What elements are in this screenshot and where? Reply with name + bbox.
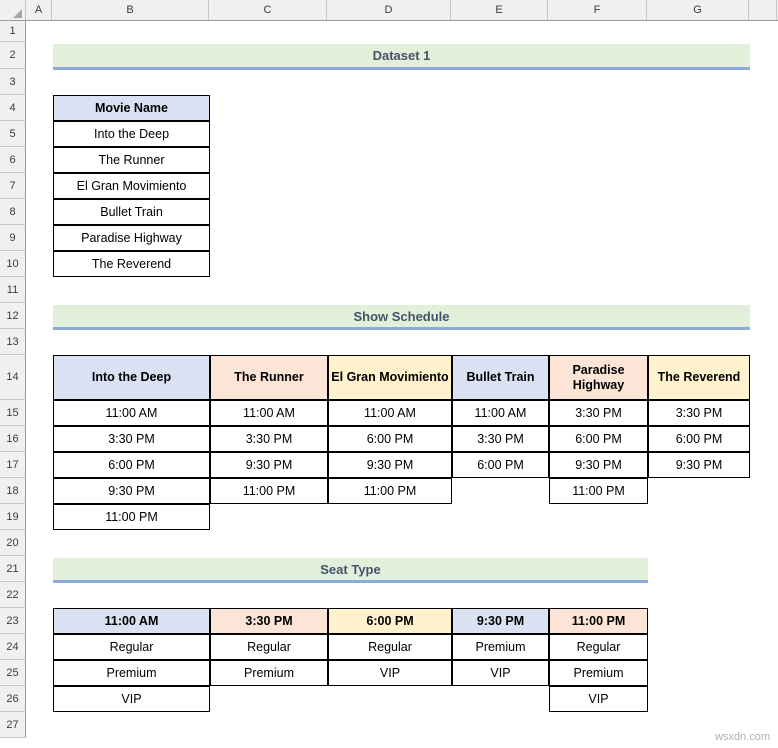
row-header-15[interactable]: 15 <box>0 400 26 426</box>
row-header-12[interactable]: 12 <box>0 303 26 329</box>
seat-column-header[interactable]: 3:30 PM <box>210 608 328 634</box>
seat-cell[interactable]: VIP <box>53 686 210 712</box>
table-row[interactable]: Paradise Highway <box>53 225 210 251</box>
table-header-movie-name[interactable]: Movie Name <box>53 95 210 121</box>
schedule-cell[interactable]: 11:00 PM <box>53 504 210 530</box>
row-header-8[interactable]: 8 <box>0 199 26 225</box>
seat-column-header[interactable]: 6:00 PM <box>328 608 452 634</box>
row-header-9[interactable]: 9 <box>0 225 26 251</box>
schedule-cell[interactable]: 3:30 PM <box>210 426 328 452</box>
schedule-cell[interactable]: 11:00 AM <box>452 400 549 426</box>
schedule-cell[interactable]: 6:00 PM <box>328 426 452 452</box>
seat-column-header[interactable]: 11:00 AM <box>53 608 210 634</box>
section-band-show-schedule: Show Schedule <box>53 305 750 330</box>
seat-cell[interactable]: Premium <box>210 660 328 686</box>
seat-cell[interactable]: Regular <box>210 634 328 660</box>
seat-cell[interactable]: VIP <box>452 660 549 686</box>
row-header-17[interactable]: 17 <box>0 452 26 478</box>
section-band-seat-type: Seat Type <box>53 558 648 583</box>
table-row[interactable]: Into the Deep <box>53 121 210 147</box>
row-header-21[interactable]: 21 <box>0 556 26 582</box>
column-header-f[interactable]: F <box>548 0 647 20</box>
schedule-cell[interactable]: 3:30 PM <box>549 400 648 426</box>
row-header-5[interactable]: 5 <box>0 121 26 147</box>
schedule-column-header[interactable]: El Gran Movimiento <box>328 355 452 400</box>
spreadsheet: ABCDEFG 1 2 3 4 5 6 7 8 9 10 11 12 13 14 15 16 17 18 19 20 2… <box>0 0 778 748</box>
row-header-7[interactable]: 7 <box>0 173 26 199</box>
schedule-column-header[interactable]: The Reverend <box>648 355 750 400</box>
row-header-10[interactable]: 10 <box>0 251 26 277</box>
schedule-column-header[interactable]: The Runner <box>210 355 328 400</box>
column-header-g[interactable]: G <box>647 0 749 20</box>
table-row[interactable]: El Gran Movimiento <box>53 173 210 199</box>
schedule-cell[interactable]: 9:30 PM <box>648 452 750 478</box>
row-header-3[interactable]: 3 <box>0 69 26 95</box>
schedule-cell[interactable]: 11:00 PM <box>210 478 328 504</box>
row-header-22[interactable]: 22 <box>0 582 26 608</box>
row-header-20[interactable]: 20 <box>0 530 26 556</box>
row-header-23[interactable]: 23 <box>0 608 26 634</box>
schedule-cell[interactable]: 11:00 AM <box>210 400 328 426</box>
row-header-4[interactable]: 4 <box>0 95 26 121</box>
section-band-dataset1: Dataset 1 <box>53 44 750 70</box>
seat-cell[interactable]: Regular <box>328 634 452 660</box>
row-header-14[interactable]: 14 <box>0 355 26 400</box>
select-all-corner[interactable] <box>0 0 26 20</box>
row-header-strip: 1 2 3 4 5 6 7 8 9 10 11 12 13 14 15 16 17 18 19 20 21 22 23 24 2… <box>0 21 27 738</box>
schedule-cell[interactable]: 6:00 PM <box>452 452 549 478</box>
schedule-cell[interactable]: 9:30 PM <box>328 452 452 478</box>
seat-cell[interactable]: Premium <box>452 634 549 660</box>
row-header-1[interactable]: 1 <box>0 21 26 42</box>
column-header-blank[interactable] <box>749 0 777 20</box>
row-header-2[interactable]: 2 <box>0 42 26 69</box>
seat-cell[interactable]: Premium <box>53 660 210 686</box>
schedule-cell[interactable]: 11:00 PM <box>328 478 452 504</box>
seat-cell[interactable]: Premium <box>549 660 648 686</box>
schedule-cell[interactable]: 11:00 AM <box>328 400 452 426</box>
column-header-e[interactable]: E <box>451 0 548 20</box>
schedule-cell[interactable]: 11:00 AM <box>53 400 210 426</box>
schedule-cell[interactable]: 9:30 PM <box>549 452 648 478</box>
watermark: wsxdn.com <box>714 731 770 743</box>
row-header-6[interactable]: 6 <box>0 147 26 173</box>
row-header-16[interactable]: 16 <box>0 426 26 452</box>
schedule-cell[interactable]: 3:30 PM <box>53 426 210 452</box>
row-header-25[interactable]: 25 <box>0 660 26 686</box>
row-header-19[interactable]: 19 <box>0 504 26 530</box>
seat-column-header[interactable]: 11:00 PM <box>549 608 648 634</box>
cell-canvas[interactable]: Dataset 1 Movie Name Into the Deep The Runn… <box>27 21 778 748</box>
row-header-18[interactable]: 18 <box>0 478 26 504</box>
seat-column-header[interactable]: 9:30 PM <box>452 608 549 634</box>
row-header-24[interactable]: 24 <box>0 634 26 660</box>
schedule-cell[interactable]: 3:30 PM <box>648 400 750 426</box>
row-header-27[interactable]: 27 <box>0 712 26 738</box>
table-row[interactable]: Bullet Train <box>53 199 210 225</box>
seat-cell[interactable]: Regular <box>53 634 210 660</box>
column-header-b[interactable]: B <box>52 0 209 20</box>
schedule-cell[interactable]: 6:00 PM <box>549 426 648 452</box>
column-header-a[interactable]: A <box>26 0 52 20</box>
row-header-11[interactable]: 11 <box>0 277 26 303</box>
schedule-column-header[interactable]: Into the Deep <box>53 355 210 400</box>
seat-cell[interactable]: VIP <box>328 660 452 686</box>
row-header-26[interactable]: 26 <box>0 686 26 712</box>
schedule-cell[interactable]: 9:30 PM <box>53 478 210 504</box>
table-row[interactable]: The Runner <box>53 147 210 173</box>
seat-cell[interactable]: Regular <box>549 634 648 660</box>
schedule-column-header[interactable]: Bullet Train <box>452 355 549 400</box>
seat-cell[interactable]: VIP <box>549 686 648 712</box>
schedule-cell[interactable]: 11:00 PM <box>549 478 648 504</box>
schedule-cell[interactable]: 6:00 PM <box>648 426 750 452</box>
schedule-cell[interactable]: 6:00 PM <box>53 452 210 478</box>
column-header-strip: ABCDEFG <box>0 0 778 21</box>
row-header-13[interactable]: 13 <box>0 329 26 355</box>
schedule-cell[interactable]: 3:30 PM <box>452 426 549 452</box>
table-row[interactable]: The Reverend <box>53 251 210 277</box>
schedule-cell[interactable]: 9:30 PM <box>210 452 328 478</box>
schedule-column-header[interactable]: Paradise Highway <box>549 355 648 400</box>
column-header-c[interactable]: C <box>209 0 327 20</box>
column-header-d[interactable]: D <box>327 0 451 20</box>
